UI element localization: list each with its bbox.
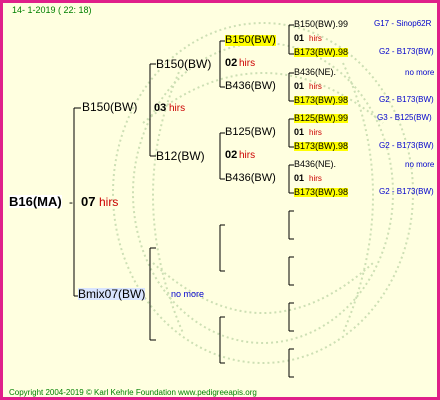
gen1-hives: 07 bbox=[81, 194, 96, 209]
gen3-a-hives: 02 bbox=[225, 57, 238, 69]
gen5-3-info1: G3 - B125(BW) bbox=[377, 113, 432, 122]
gen5-3-name[interactable]: B125(BW).99 bbox=[294, 114, 349, 123]
gen5-3-info2: G2 - B173(BW) bbox=[379, 141, 434, 150]
gen5-4-name[interactable]: B436(NE). bbox=[294, 160, 336, 169]
footer-copyright: Copyright 2004-2019 © Karl Kehrle Founda… bbox=[9, 388, 257, 397]
gen5-1-mother[interactable]: B173(BW).98 bbox=[294, 48, 349, 57]
gen5-1-info2: G2 - B173(BW) bbox=[379, 47, 434, 56]
gen1-name[interactable]: B16(MA) bbox=[9, 195, 62, 208]
gen5-2-info2: G2 - B173(BW) bbox=[379, 95, 434, 104]
gen3-a-unit: hirs bbox=[239, 58, 256, 69]
gen5-1-info1: G17 - Sinop62R bbox=[374, 19, 432, 28]
header-date: 14- 1-2019 ( 22: 18) bbox=[12, 5, 92, 15]
gen4-c-name[interactable]: B125(BW) bbox=[225, 127, 276, 138]
pedigree-frame: 14- 1-2019 ( 22: 18) B16(MA) - 07 hirs B… bbox=[0, 0, 440, 400]
gen3-b-unit: hirs bbox=[239, 150, 256, 161]
gen5-2-hives: 01 bbox=[294, 81, 305, 91]
gen5-2-name[interactable]: B436(NE). bbox=[294, 68, 336, 77]
gen5-4-unit: hirs bbox=[309, 174, 322, 183]
gen5-4-hives: 01 bbox=[294, 173, 305, 183]
gen5-3-hives: 01 bbox=[294, 127, 305, 137]
gen1-unit: hirs bbox=[99, 195, 119, 209]
gen5-4-mother[interactable]: B173(BW).98 bbox=[294, 188, 349, 197]
gen5-2-unit: hirs bbox=[309, 82, 322, 91]
gen5-1-hives: 01 bbox=[294, 33, 305, 43]
gen3-b-hives: 02 bbox=[225, 149, 238, 161]
gen2-bottom-name[interactable]: Bmix07(BW) bbox=[78, 288, 146, 300]
gen3-b-name[interactable]: B12(BW) bbox=[156, 150, 205, 162]
gen5-1-name[interactable]: B150(BW).99 bbox=[294, 20, 348, 29]
gen3-a-name[interactable]: B150(BW) bbox=[156, 58, 211, 70]
gen2-top-unit: hirs bbox=[169, 103, 186, 114]
gen1-dash: - bbox=[69, 195, 73, 209]
gen4-a-name[interactable]: B150(BW) bbox=[225, 35, 276, 46]
gen5-2-mother[interactable]: B173(BW).98 bbox=[294, 96, 349, 105]
gen2-top-hives: 03 bbox=[154, 102, 167, 114]
gen2-bottom-note: no more bbox=[171, 289, 205, 299]
gen5-3-mother[interactable]: B173(BW).98 bbox=[294, 142, 349, 151]
gen4-b-name[interactable]: B436(BW) bbox=[225, 81, 276, 92]
gen5-3-unit: hirs bbox=[309, 128, 322, 137]
gen5-2-info1: no more bbox=[405, 68, 435, 77]
gen5-4-info1: no more bbox=[405, 160, 435, 169]
gen5-1-unit: hirs bbox=[309, 34, 322, 43]
gen4-d-name[interactable]: B436(BW) bbox=[225, 173, 276, 184]
gen2-top-name[interactable]: B150(BW) bbox=[82, 101, 137, 113]
gen5-4-info2: G2 - B173(BW) bbox=[379, 187, 434, 196]
